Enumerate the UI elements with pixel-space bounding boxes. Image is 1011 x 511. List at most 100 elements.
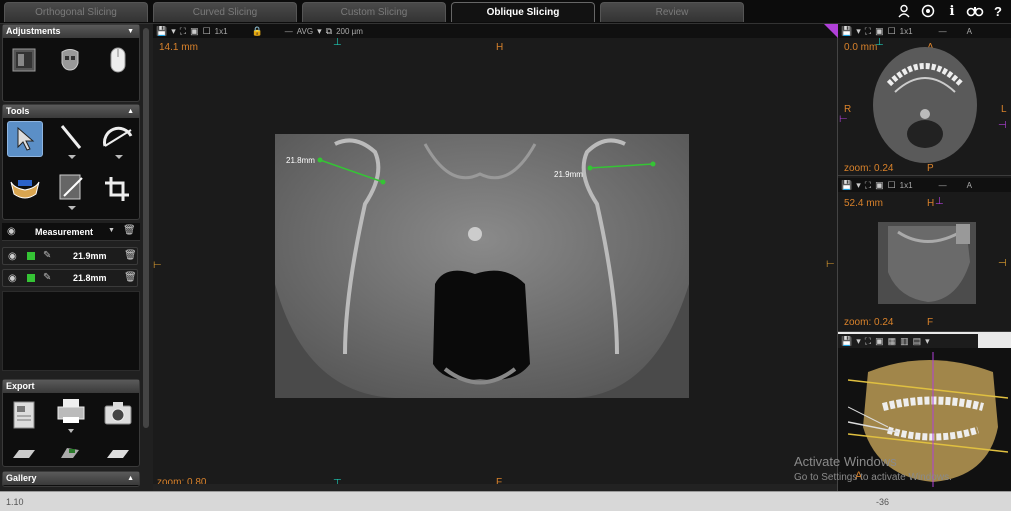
save-icon[interactable]: 💾 — [841, 180, 852, 191]
axial-right-handle[interactable]: ⊣ — [998, 120, 1007, 131]
mouse-icon[interactable] — [103, 45, 133, 75]
axial-left-handle[interactable]: ⊢ — [839, 114, 848, 125]
color-swatch[interactable] — [27, 252, 35, 260]
view-front-icon[interactable]: ▦ — [888, 336, 897, 347]
gallery-section: Gallery ▲ — [2, 471, 140, 487]
visibility-eye-icon[interactable]: ◉ — [7, 226, 16, 237]
layout-icon[interactable]: ▣ — [190, 26, 199, 37]
chevron-down-icon[interactable]: ▾ — [171, 26, 176, 37]
view-side-icon[interactable]: ▥ — [900, 336, 909, 347]
help-icon[interactable]: ? — [990, 4, 1006, 20]
ct-axial-image[interactable] — [871, 44, 979, 166]
save-icon[interactable]: 💾 — [841, 336, 852, 347]
main-view-toolbar: 💾 ▾ ⛶ ▣ ☐ 1x1 🔒 — AVG ▾ ⧉ 200 µm — [153, 24, 837, 38]
tab-oblique-slicing[interactable]: Oblique Slicing — [451, 2, 595, 22]
export-disk-icon[interactable] — [55, 444, 85, 462]
checkbox-icon[interactable]: ☐ — [888, 180, 896, 191]
axial-right-label: L — [1001, 104, 1007, 115]
adjustments-section: Adjustments ▼ — [2, 24, 140, 102]
sagittal-left-handle[interactable]: ⊢ — [826, 259, 835, 270]
fit-icon[interactable]: ⛶ — [865, 336, 871, 347]
measurement-row[interactable]: ◉ ✎ 21.9mm 🗑 — [2, 247, 138, 265]
slider-icon[interactable]: — — [939, 181, 947, 190]
left-slice-handle[interactable]: ⊢ — [153, 260, 162, 271]
chevron-down-icon[interactable]: ▾ — [856, 26, 861, 37]
info-icon[interactable]: i — [944, 4, 960, 20]
render-canvas[interactable]: A — [838, 348, 1011, 491]
printer-icon[interactable] — [53, 396, 89, 436]
render-mode-select[interactable]: AVG — [297, 27, 313, 36]
skull-preset-icon[interactable] — [55, 45, 85, 75]
measurement-header: ◉ Measurement ▼ 🗑 — [2, 223, 140, 241]
tab-custom-slicing[interactable]: Custom Slicing — [302, 2, 446, 22]
top-slice-handle[interactable]: ⊥ — [333, 38, 342, 48]
layout-icon[interactable]: ▣ — [875, 180, 884, 191]
ct-coronal-image[interactable] — [275, 134, 689, 398]
measurement-label-right: 21.9mm — [554, 170, 583, 179]
keys-icon[interactable] — [965, 4, 985, 20]
jaw-annotation-tool[interactable] — [7, 171, 43, 207]
sagittal-depth: 52.4 mm — [844, 198, 883, 209]
fit-icon[interactable]: ⛶ — [865, 180, 871, 191]
crop-tool[interactable] — [99, 171, 135, 207]
image-edit-tool[interactable] — [53, 171, 89, 213]
oblique-main-viewport[interactable]: 💾 ▾ ⛶ ▣ ☐ 1x1 🔒 — AVG ▾ ⧉ 200 µm 14.1 mm… — [153, 24, 837, 491]
sagittal-viewport[interactable]: 💾 ▾ ⛶ ▣ ☐ 1x1 — A 52.4 mm H zoom: 0.24 F… — [826, 176, 1011, 332]
export-image-icon[interactable] — [9, 444, 39, 462]
layout-icon[interactable]: ▣ — [875, 26, 884, 37]
tab-curved-slicing[interactable]: Curved Slicing — [153, 2, 297, 22]
checkbox-icon[interactable]: ☐ — [203, 26, 211, 37]
sagittal-top-handle[interactable]: ⊥ — [935, 196, 944, 207]
axial-viewport[interactable]: 💾 ▾ ⛶ ▣ ☐ 1x1 — A 0.0 mm A R L zoom: 0.2… — [824, 24, 1011, 176]
pencil-icon[interactable]: ✎ — [43, 250, 51, 261]
axial-view-toolbar: 💾 ▾ ⛶ ▣ ☐ 1x1 — A — [838, 24, 1011, 38]
adjustments-header[interactable]: Adjustments ▼ — [3, 25, 139, 38]
chevron-down-icon[interactable]: ▾ — [856, 336, 861, 347]
chevron-down-icon[interactable]: ▾ — [856, 180, 861, 191]
chevron-down-icon[interactable]: ▾ — [925, 336, 930, 347]
export-header[interactable]: Export — [3, 380, 139, 393]
lock-icon[interactable]: 🔒 — [252, 26, 263, 37]
chevron-down-icon[interactable]: ▼ — [108, 227, 115, 234]
tab-orthogonal-slicing[interactable]: Orthogonal Slicing — [4, 2, 148, 22]
measurement-type-select[interactable]: Measurement — [35, 227, 93, 237]
slider-icon[interactable]: — — [939, 27, 947, 36]
sagittal-right-handle[interactable]: ⊣ — [998, 258, 1007, 269]
slab-thickness-value: 200 µm — [336, 26, 363, 36]
save-icon[interactable]: 💾 — [841, 26, 852, 37]
brightness-contrast-icon[interactable] — [9, 45, 39, 75]
export-cd-icon[interactable] — [103, 444, 133, 462]
trash-icon[interactable]: 🗑 — [124, 272, 137, 283]
save-icon[interactable]: 💾 — [156, 26, 167, 37]
fit-icon[interactable]: ⛶ — [865, 26, 871, 37]
view-top-icon[interactable]: ▤ — [913, 336, 922, 347]
angle-tool[interactable] — [99, 121, 137, 161]
left-panel-scrollbar[interactable] — [143, 28, 149, 428]
trash-icon[interactable]: 🗑 — [124, 250, 137, 261]
tools-header[interactable]: Tools ▲ — [3, 105, 139, 118]
layout-label: 1x1 — [899, 180, 913, 190]
tab-review[interactable]: Review — [600, 2, 744, 22]
chevron-down-icon[interactable]: ▾ — [317, 26, 322, 37]
target-icon[interactable] — [920, 4, 936, 20]
fit-icon[interactable]: ⛶ — [180, 26, 186, 37]
pointer-tool[interactable] — [7, 121, 43, 157]
thickness-slider-icon[interactable]: — — [285, 27, 293, 36]
ct-sagittal-image[interactable] — [878, 222, 976, 304]
person-icon[interactable] — [896, 4, 912, 20]
tools-title: Tools — [6, 106, 30, 116]
visibility-eye-icon[interactable]: ◉ — [8, 251, 17, 262]
axis-label: A — [966, 180, 972, 190]
color-swatch[interactable] — [27, 274, 35, 282]
gallery-header[interactable]: Gallery ▲ — [3, 472, 139, 485]
visibility-eye-icon[interactable]: ◉ — [8, 273, 17, 284]
measurement-row[interactable]: ◉ ✎ 21.8mm 🗑 — [2, 269, 138, 287]
report-icon[interactable] — [9, 398, 39, 432]
checkbox-icon[interactable]: ☐ — [888, 26, 896, 37]
pencil-icon[interactable]: ✎ — [43, 272, 51, 283]
ruler-tool[interactable] — [53, 121, 89, 161]
camera-icon[interactable] — [101, 398, 135, 428]
layout-icon[interactable]: ▣ — [875, 336, 884, 347]
copy-icon[interactable]: ⧉ — [326, 26, 332, 37]
trash-icon[interactable]: 🗑 — [123, 225, 136, 236]
